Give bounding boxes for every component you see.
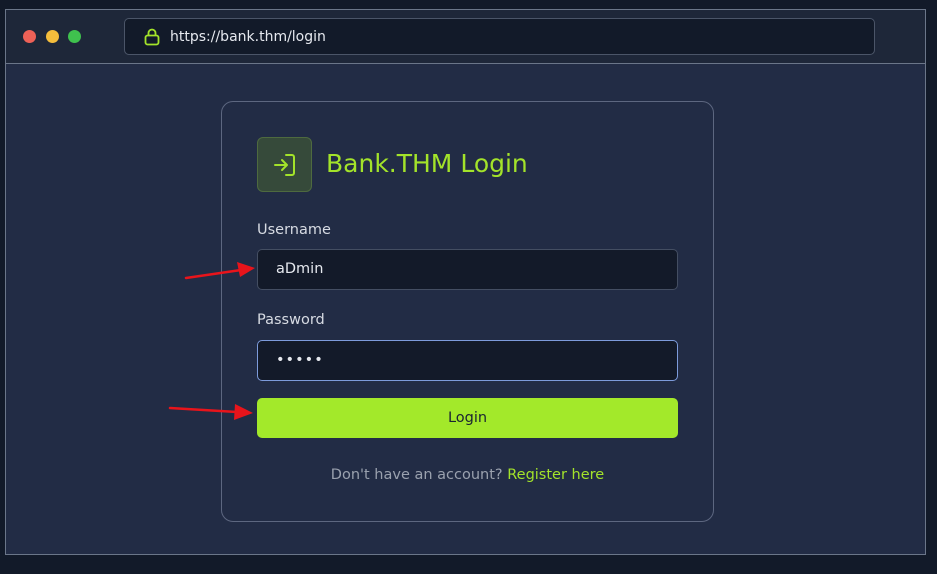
- register-prompt: Don't have an account? Register here: [222, 466, 713, 484]
- browser-titlebar: https://bank.thm/login: [6, 10, 925, 64]
- password-label: Password: [257, 312, 325, 328]
- lock-icon: [144, 28, 160, 46]
- password-input[interactable]: •••••: [257, 340, 678, 381]
- register-link[interactable]: Register here: [507, 467, 604, 483]
- red-arrow-icon: [184, 262, 255, 280]
- username-input[interactable]: aDmin: [257, 249, 678, 290]
- address-bar[interactable]: https://bank.thm/login: [124, 18, 875, 55]
- username-label: Username: [257, 222, 331, 238]
- url-text: https://bank.thm/login: [170, 29, 326, 45]
- browser-window: https://bank.thm/login Bank.THM Login Us…: [5, 9, 926, 555]
- page-title: Bank.THM Login: [326, 149, 528, 178]
- minimize-window-button[interactable]: [46, 30, 59, 43]
- register-prompt-text: Don't have an account?: [330, 467, 508, 483]
- maximize-window-button[interactable]: [68, 30, 81, 43]
- close-window-button[interactable]: [23, 30, 36, 43]
- login-card: Bank.THM Login Username aDmin Password •…: [221, 101, 714, 522]
- login-logo: [257, 137, 312, 192]
- login-icon: [274, 154, 295, 176]
- red-arrow-icon: [168, 404, 253, 420]
- login-button[interactable]: Login: [257, 398, 678, 438]
